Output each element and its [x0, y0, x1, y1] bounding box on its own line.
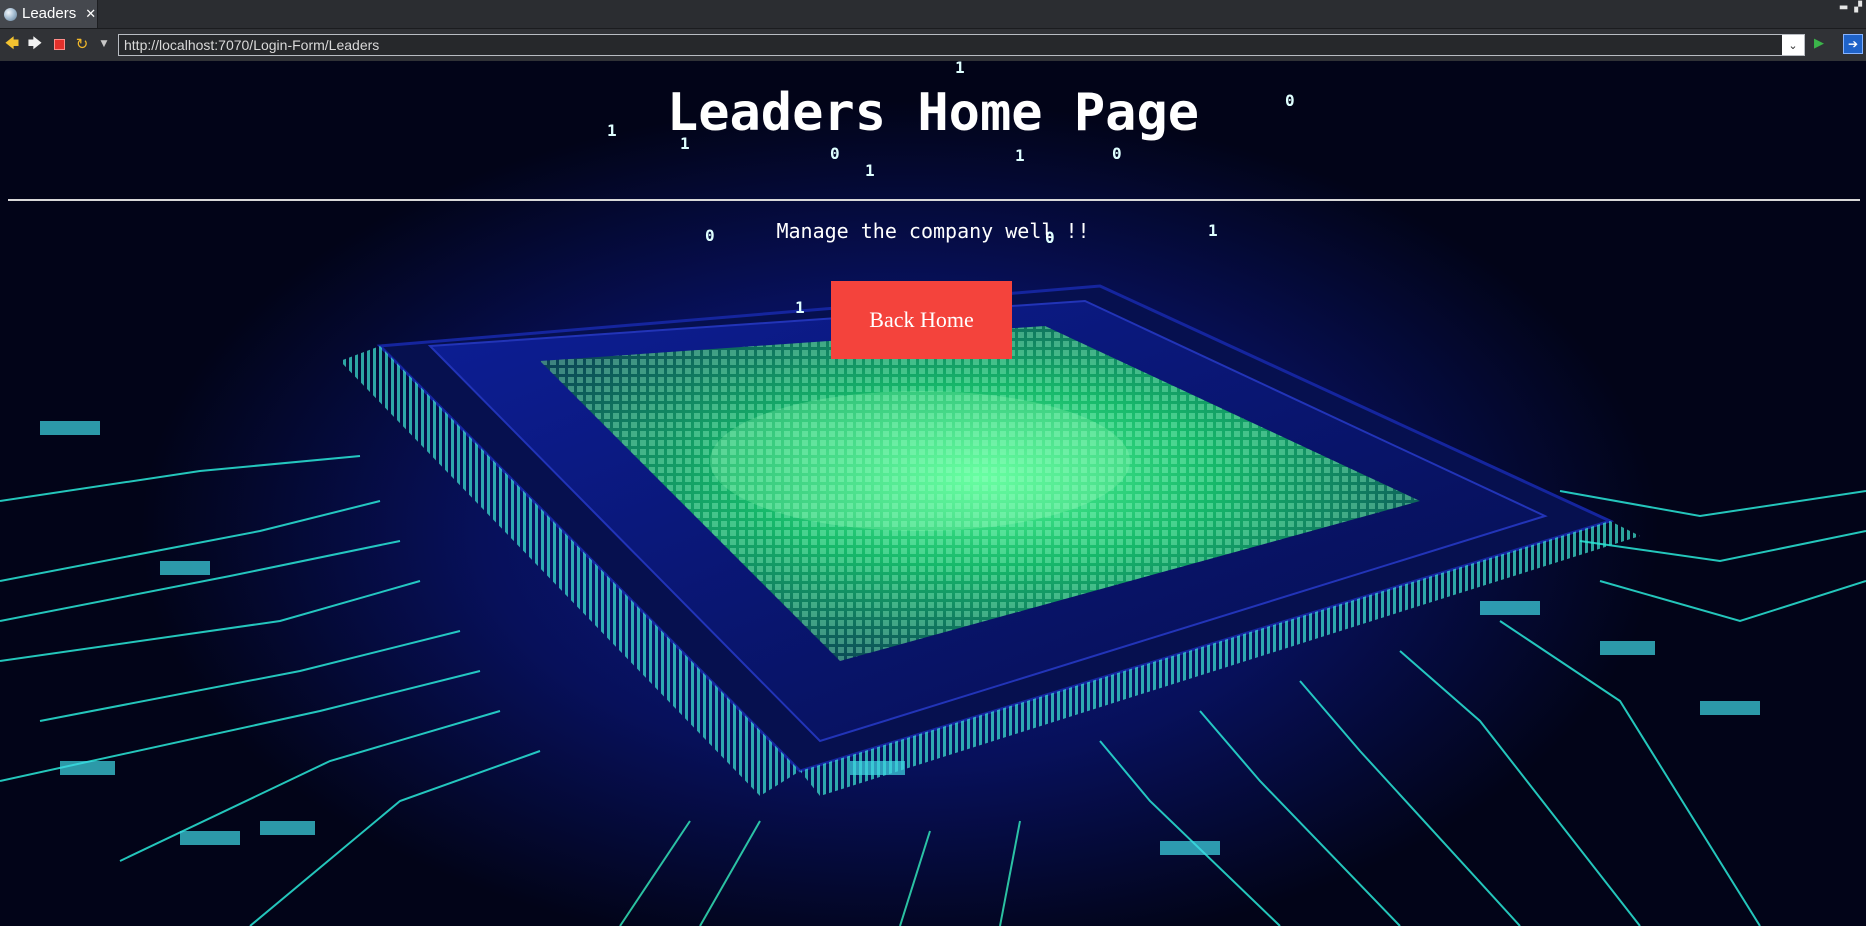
back-home-button[interactable]: Back Home	[831, 281, 1012, 359]
tab-title: Leaders	[22, 5, 77, 22]
binary-digit: 1	[865, 161, 875, 180]
go-icon[interactable]: ▶	[1814, 36, 1828, 52]
chevron-down-icon[interactable]: ▼	[95, 35, 113, 53]
restore-icon[interactable]: ▞	[1854, 2, 1862, 13]
binary-digit: 0	[830, 144, 840, 163]
window-controls: ▬ ▞	[1839, 2, 1862, 13]
close-icon[interactable]: ✕	[85, 7, 96, 22]
binary-digit: 1	[1015, 146, 1025, 165]
url-input[interactable]	[119, 35, 1782, 55]
binary-digit: 1	[795, 298, 805, 317]
circuit-board-background: 1 0 1 1 0 1 1 0 0 1 0 1	[0, 61, 1866, 926]
forward-arrow-icon[interactable]: 🡆	[26, 35, 44, 53]
page-subtitle: Manage the company well !!	[776, 219, 1090, 243]
binary-digit: 0	[1112, 144, 1122, 163]
page-title: Leaders Home Page	[666, 83, 1200, 143]
minimize-icon[interactable]: ▬	[1839, 2, 1848, 13]
tab-strip: Leaders ✕ ▬ ▞	[0, 0, 1866, 29]
back-arrow-icon[interactable]: 🡄	[3, 35, 21, 53]
extension-icon[interactable]: ➔	[1843, 34, 1863, 54]
navigation-toolbar: 🡄 🡆 ↻ ▼ ⌄ ▶ ➔	[0, 29, 1866, 61]
browser-window: Leaders ✕ ▬ ▞ 🡄 🡆 ↻ ▼ ⌄ ▶ ➔	[0, 0, 1866, 926]
refresh-icon[interactable]: ↻	[73, 35, 91, 53]
page-viewport: 1 0 1 1 0 1 1 0 0 1 0 1 Leaders Home Pag…	[0, 61, 1866, 926]
address-bar[interactable]: ⌄	[118, 34, 1805, 56]
binary-digit: 1	[955, 61, 965, 77]
globe-icon	[4, 7, 17, 21]
stop-icon[interactable]	[50, 35, 68, 53]
tab-leaders[interactable]: Leaders ✕	[0, 0, 98, 28]
divider	[8, 199, 1860, 201]
url-dropdown-icon[interactable]: ⌄	[1782, 35, 1804, 55]
